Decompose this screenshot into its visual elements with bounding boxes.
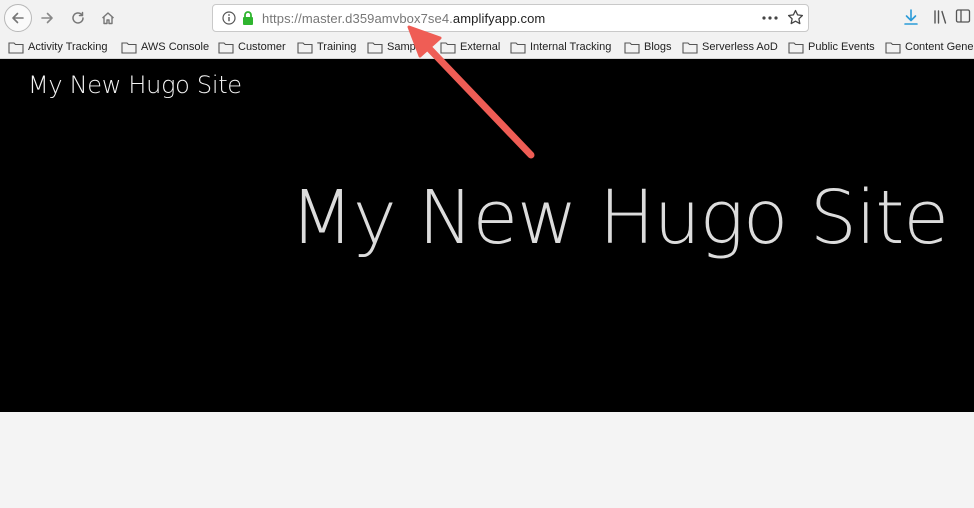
bookmark-folder-content-gene[interactable]: Content Gene [885, 39, 974, 55]
hero-title: My New Hugo Site [290, 175, 949, 261]
site-brand-link[interactable]: My New Hugo Site [28, 71, 242, 99]
folder-icon [218, 41, 234, 54]
folder-icon [788, 41, 804, 54]
bookmark-folder-activity-tracking[interactable]: Activity Tracking [8, 39, 107, 55]
lock-icon[interactable] [241, 10, 255, 26]
url-scheme: https:// [262, 11, 302, 26]
bookmark-folder-customer[interactable]: Customer [218, 39, 286, 55]
bookmarks-bar: Activity Tracking AWS Console Customer T… [0, 36, 974, 59]
folder-icon [367, 41, 383, 54]
folder-icon [121, 41, 137, 54]
bookmark-label: Public Events [808, 41, 875, 53]
folder-icon [297, 41, 313, 54]
bookmark-label: Samples [387, 41, 430, 53]
library-icon[interactable] [933, 9, 949, 25]
bookmark-label: Internal Tracking [530, 41, 612, 53]
bookmark-label: Training [317, 41, 357, 53]
bookmark-folder-public-events[interactable]: Public Events [788, 39, 875, 55]
bookmark-folder-aws-console[interactable]: AWS Console [121, 39, 209, 55]
info-icon[interactable] [222, 11, 236, 25]
bookmark-folder-samples[interactable]: Samples [367, 39, 430, 55]
address-bar[interactable]: https://master.d359amvbox7se4.amplifyapp… [212, 4, 809, 32]
browser-toolbar: https://master.d359amvbox7se4.amplifyapp… [0, 0, 974, 36]
folder-icon [682, 41, 698, 54]
bookmark-folder-blogs[interactable]: Blogs [624, 39, 672, 55]
folder-icon [885, 41, 901, 54]
folder-icon [440, 41, 456, 54]
url-text[interactable]: https://master.d359amvbox7se4.amplifyapp… [262, 11, 545, 26]
bookmark-folder-serverless-aod[interactable]: Serverless AoD [682, 39, 778, 55]
home-icon [102, 12, 114, 25]
download-icon[interactable] [903, 8, 919, 26]
folder-icon [8, 41, 24, 54]
bookmark-folder-training[interactable]: Training [297, 39, 356, 55]
back-icon [12, 12, 24, 24]
page-body [0, 412, 974, 508]
star-icon[interactable] [787, 9, 804, 26]
bookmark-label: Content Gene [905, 41, 974, 53]
bookmark-label: External [460, 41, 501, 53]
url-domain: amplifyapp.com [452, 11, 546, 26]
bookmark-folder-external[interactable]: External [440, 39, 500, 55]
folder-icon [624, 41, 640, 54]
reload-button[interactable] [64, 4, 92, 32]
forward-icon [41, 12, 53, 24]
back-button[interactable] [4, 4, 32, 32]
bookmark-folder-internal-tracking[interactable]: Internal Tracking [510, 39, 611, 55]
sidebar-icon[interactable] [955, 8, 971, 24]
bookmark-label: Activity Tracking [28, 41, 108, 53]
url-subdomain: master.d359amvbox7se4. [301, 11, 453, 26]
forward-button[interactable] [33, 4, 61, 32]
bookmark-label: Customer [238, 41, 286, 53]
folder-icon [510, 41, 526, 54]
bookmark-label: AWS Console [141, 41, 210, 53]
reload-icon [72, 11, 84, 24]
hero-section: My New Hugo Site My New Hugo Site [0, 59, 974, 412]
more-icon[interactable] [761, 10, 779, 26]
bookmark-label: Serverless AoD [702, 41, 778, 53]
bookmark-label: Blogs [644, 41, 672, 53]
home-button[interactable] [94, 4, 122, 32]
